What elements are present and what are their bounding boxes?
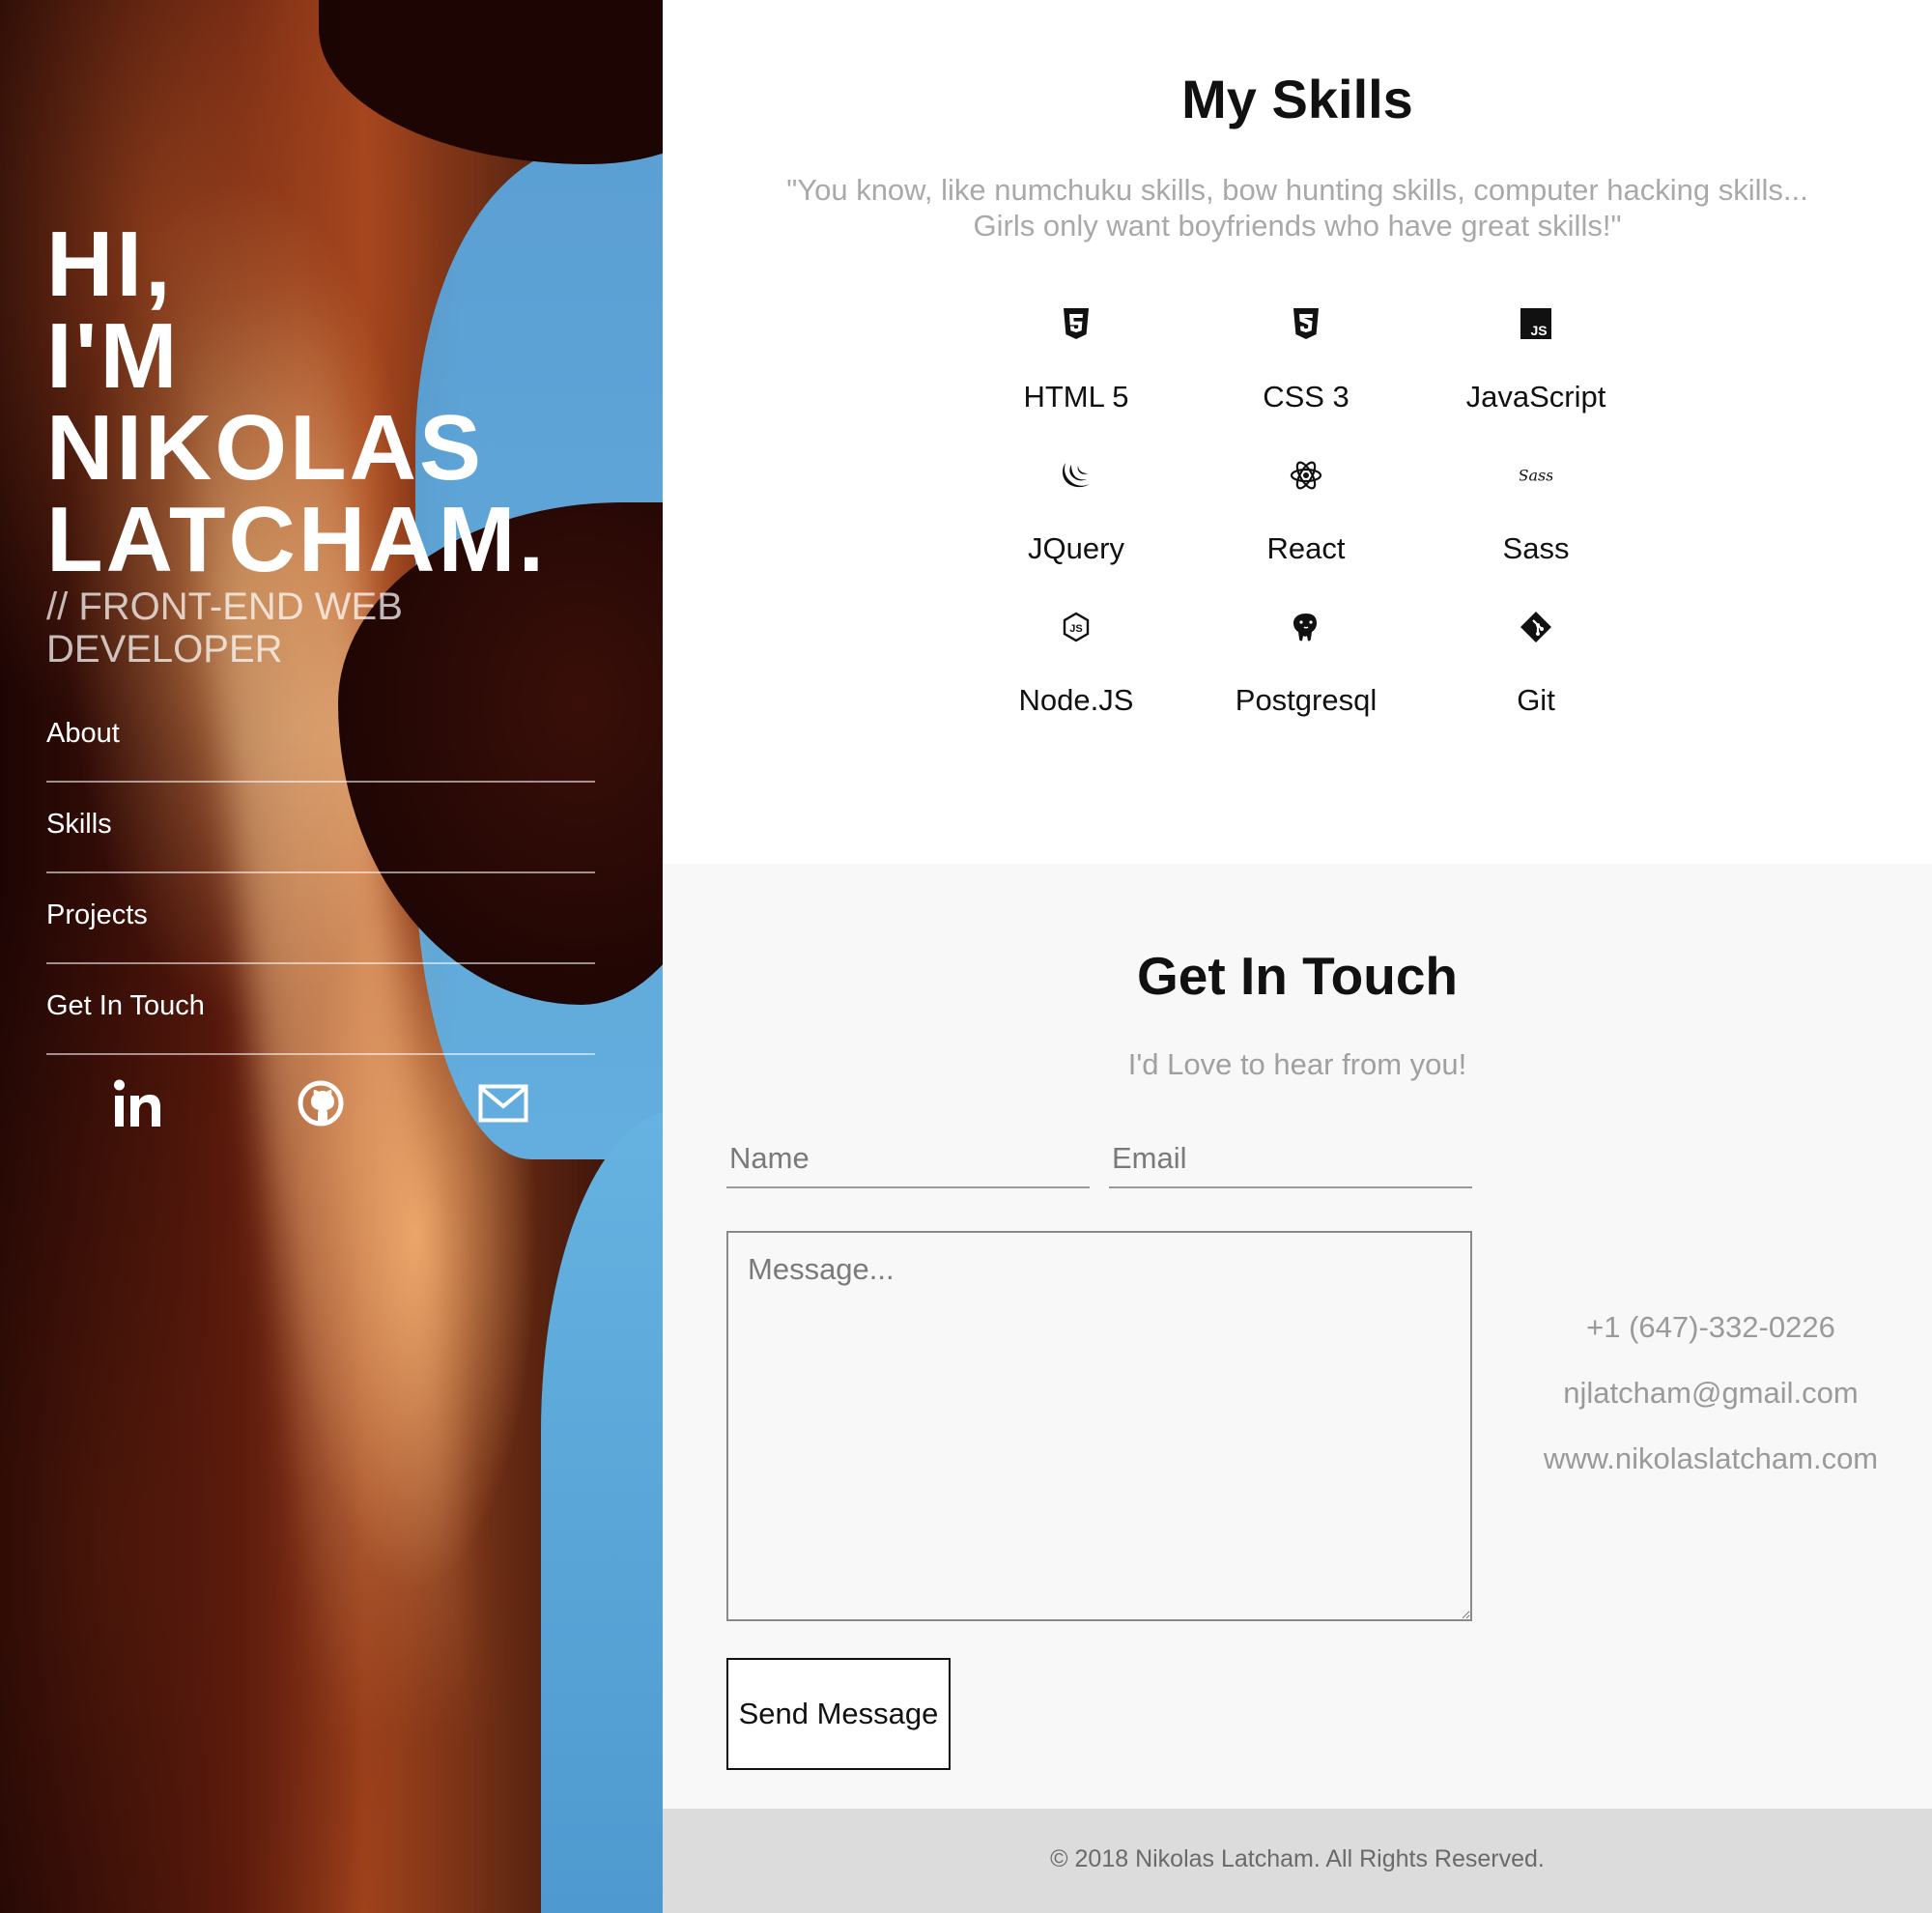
skill-label: Node.JS bbox=[1018, 683, 1134, 717]
skill-label: Git bbox=[1517, 683, 1555, 717]
skill-label: Sass bbox=[1502, 531, 1570, 565]
git-icon bbox=[1520, 611, 1552, 643]
skills-grid: HTML 5 CSS 3 JS JavaScript JQuery React … bbox=[961, 286, 1651, 741]
skill-label: CSS 3 bbox=[1263, 380, 1350, 414]
contact-phone: +1 (647)-332-0226 bbox=[1586, 1310, 1835, 1344]
css3-icon bbox=[1290, 307, 1322, 340]
nodejs-icon: JS bbox=[1060, 611, 1093, 643]
hero-subtitle: // FRONT-END WEB DEVELOPER bbox=[46, 585, 403, 671]
svg-text:JS: JS bbox=[1069, 623, 1082, 635]
message-textarea[interactable] bbox=[726, 1231, 1472, 1621]
skill-item: HTML 5 bbox=[961, 286, 1191, 438]
contact-section: Get In Touch I'd Love to hear from you! … bbox=[663, 864, 1932, 1809]
svg-text:JS: JS bbox=[1530, 323, 1547, 338]
skill-item: JS JavaScript bbox=[1421, 286, 1651, 438]
skill-item: Postgresql bbox=[1191, 589, 1421, 741]
skills-title: My Skills bbox=[1181, 69, 1413, 129]
skill-item: CSS 3 bbox=[1191, 286, 1421, 438]
skill-item: React bbox=[1191, 438, 1421, 589]
send-message-button[interactable]: Send Message bbox=[726, 1658, 951, 1770]
skills-quote-line-2: Girls only want boyfriends who have grea… bbox=[973, 209, 1622, 243]
skill-label: JavaScript bbox=[1465, 380, 1606, 414]
skills-quote: "You know, like numchuku skills, bow hun… bbox=[721, 172, 1874, 243]
contact-title: Get In Touch bbox=[1136, 946, 1458, 1006]
mail-icon[interactable] bbox=[474, 1074, 532, 1132]
skills-section: My Skills "You know, like numchuku skill… bbox=[663, 0, 1932, 864]
sidebar: HI, I'M NIKOLAS LATCHAM. // FRONT-END WE… bbox=[0, 0, 663, 1913]
contact-email: njlatcham@gmail.com bbox=[1563, 1376, 1859, 1410]
hero-line-1: HI, bbox=[46, 213, 174, 316]
skill-label: JQuery bbox=[1028, 531, 1124, 565]
contact-subtitle: I'd Love to hear from you! bbox=[1127, 1047, 1467, 1081]
skill-label: React bbox=[1266, 531, 1346, 565]
nav-item-projects[interactable]: Projects bbox=[46, 873, 595, 964]
postgresql-icon bbox=[1290, 611, 1322, 643]
skill-item: Sass Sass bbox=[1421, 438, 1651, 589]
social-links bbox=[46, 1055, 595, 1152]
skill-item: JQuery bbox=[961, 438, 1191, 589]
react-icon bbox=[1290, 459, 1322, 492]
linkedin-icon[interactable] bbox=[109, 1074, 167, 1132]
github-icon[interactable] bbox=[292, 1074, 350, 1132]
jquery-icon bbox=[1060, 459, 1093, 492]
sidebar-nav: About Skills Projects Get In Touch bbox=[46, 692, 595, 1055]
email-input[interactable] bbox=[1109, 1130, 1472, 1188]
hero-line-2: I'M bbox=[46, 304, 181, 408]
nav-item-get-in-touch[interactable]: Get In Touch bbox=[46, 964, 595, 1055]
footer: © 2018 Nikolas Latcham. All Rights Reser… bbox=[663, 1809, 1932, 1913]
skill-item: Git bbox=[1421, 589, 1651, 741]
sass-icon: Sass bbox=[1520, 459, 1552, 492]
svg-text:Sass: Sass bbox=[1520, 467, 1552, 485]
name-input[interactable] bbox=[726, 1130, 1090, 1188]
hero-heading: HI, I'M NIKOLAS LATCHAM. bbox=[46, 213, 626, 591]
nav-item-about[interactable]: About bbox=[46, 692, 595, 783]
html5-icon bbox=[1060, 307, 1093, 340]
hero-line-3: NIKOLAS bbox=[46, 396, 484, 500]
skills-quote-line-1: "You know, like numchuku skills, bow hun… bbox=[786, 173, 1808, 207]
nav-item-skills[interactable]: Skills bbox=[46, 783, 595, 873]
skill-label: HTML 5 bbox=[1023, 380, 1129, 414]
contact-info: +1 (647)-332-0226 njlatcham@gmail.com ww… bbox=[1490, 1308, 1932, 1505]
skill-label: Postgresql bbox=[1235, 683, 1378, 717]
javascript-icon: JS bbox=[1520, 307, 1552, 340]
skill-item: JS Node.JS bbox=[961, 589, 1191, 741]
footer-copyright: © 2018 Nikolas Latcham. All Rights Reser… bbox=[1050, 1845, 1545, 1872]
hero-line-4: LATCHAM. bbox=[46, 488, 548, 591]
contact-website: www.nikolaslatcham.com bbox=[1543, 1442, 1879, 1475]
